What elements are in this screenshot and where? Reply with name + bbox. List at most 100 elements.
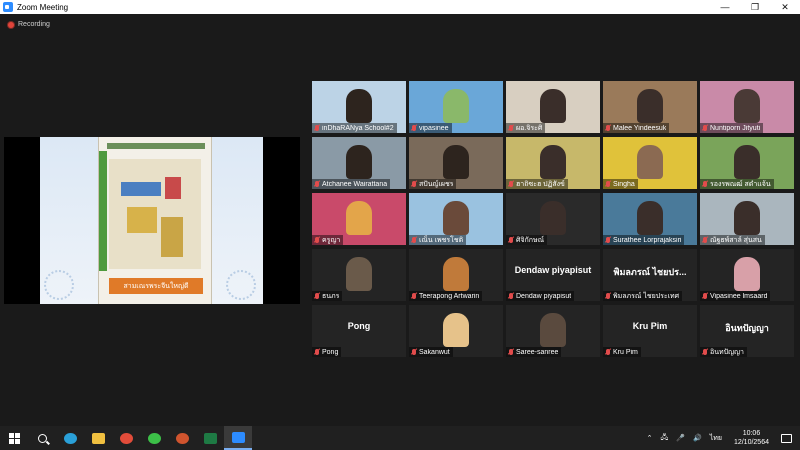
decoration-ferris-wheel — [44, 270, 74, 300]
participant-namebar: รองรพณฒ์ สดำแจ้น — [700, 179, 774, 189]
participant-avatar — [734, 89, 760, 123]
muted-mic-icon — [315, 125, 319, 131]
participant-namebar: ณัฐธพ์สาล์ สุ่นสน — [700, 235, 765, 245]
taskbar-zoom-button[interactable] — [224, 426, 252, 450]
participant-namebar: Singha — [603, 179, 638, 189]
participant-namebar: Kru Pim — [603, 347, 641, 357]
close-button[interactable]: ✕ — [770, 0, 800, 14]
volume-icon[interactable]: 🔊 — [693, 434, 702, 442]
muted-mic-icon — [412, 349, 416, 355]
taskbar-edge-button[interactable] — [56, 426, 84, 450]
recording-label: Recording — [18, 21, 50, 28]
clock[interactable]: 10:06 12/10/2564 — [734, 429, 769, 447]
school-map-poster: สามเณรพระจีนใหญ่ดี — [98, 137, 212, 304]
participant-tile[interactable]: ผอ.จิระศิ — [506, 81, 600, 133]
powerpoint-icon — [175, 432, 189, 444]
chevron-up-icon[interactable]: ⌃ — [647, 434, 653, 442]
participant-name: พิมลภรณ์ ไชยประเทศ — [613, 292, 680, 300]
decoration-cloud — [226, 270, 256, 300]
participant-namebar: Saree-sanree — [506, 347, 562, 357]
participant-tile[interactable]: พิมลภรณ์ ไชยปร... พิมลภรณ์ ไชยประเทศ — [603, 249, 697, 301]
participant-tile[interactable]: Malee Yindeesuk — [603, 81, 697, 133]
participant-name: Atchanee Wairattana — [322, 180, 388, 188]
taskbar-explorer-button[interactable] — [84, 426, 112, 450]
poster-label: สามเณรพระจีนใหญ่ดี — [109, 278, 203, 294]
muted-mic-icon — [509, 237, 513, 243]
participant-namebar: Sakanwut — [409, 347, 453, 357]
participant-name: ธนภร — [322, 292, 340, 300]
line-icon — [147, 432, 161, 444]
participant-namebar: เณ็น เพชรโชติ — [409, 235, 467, 245]
participant-display-name: พิมลภรณ์ ไชยปร... — [613, 267, 687, 277]
participant-tile[interactable]: เณ็น เพชรโชติ — [409, 193, 503, 245]
participant-name: อินทปัญญา — [710, 348, 744, 356]
participant-avatar — [443, 313, 469, 347]
participant-tile[interactable]: สปันญ์เผชร — [409, 137, 503, 189]
shared-screen[interactable]: สามเณรพระจีนใหญ่ดี — [4, 137, 300, 304]
taskbar-chrome-button[interactable] — [112, 426, 140, 450]
participant-tile[interactable]: ครูญา — [312, 193, 406, 245]
participant-tile[interactable]: Singha — [603, 137, 697, 189]
participant-name: Pong — [322, 348, 339, 356]
participant-tile[interactable]: Sakanwut — [409, 305, 503, 357]
participant-namebar: inDhaRANya School#2 — [312, 123, 397, 133]
participant-name: Dendaw piyapisut — [516, 292, 572, 300]
participant-namebar: Teerapong Artwarin — [409, 291, 483, 301]
participant-tile[interactable]: ณัฐธพ์สาล์ สุ่นสน — [700, 193, 794, 245]
taskbar-powerpoint-button[interactable] — [168, 426, 196, 450]
participant-name: ครูญา — [322, 236, 341, 244]
participant-tile[interactable]: Surathee Lorprajaksiri — [603, 193, 697, 245]
maximize-button[interactable]: ❐ — [740, 0, 770, 14]
participant-tile[interactable]: Kru Pim Kru Pim — [603, 305, 697, 357]
taskbar-line-button[interactable] — [140, 426, 168, 450]
participant-name: เณ็น เพชรโชติ — [419, 236, 464, 244]
participant-display-name: Kru Pim — [632, 321, 668, 331]
minimize-button[interactable]: — — [710, 0, 740, 14]
participant-tile[interactable]: ศิจิกักษณ์ — [506, 193, 600, 245]
participant-tile[interactable]: Vipasinee lmsaard — [700, 249, 794, 301]
participant-namebar: อินทปัญญา — [700, 347, 747, 357]
participant-avatar — [540, 201, 566, 235]
participant-tile[interactable]: อินทปัญญา อินทปัญญา — [700, 305, 794, 357]
participant-name: Malee Yindeesuk — [613, 124, 667, 132]
participant-tile[interactable]: vipasinee — [409, 81, 503, 133]
input-language[interactable]: ไทย — [710, 433, 722, 444]
participant-name: inDhaRANya School#2 — [322, 124, 394, 132]
participant-tile[interactable]: ธนภร — [312, 249, 406, 301]
participant-name: Vipasinee lmsaard — [710, 292, 768, 300]
recording-indicator[interactable]: Recording — [8, 21, 50, 28]
participant-namebar: vipasinee — [409, 123, 452, 133]
participant-namebar: Vipasinee lmsaard — [700, 291, 771, 301]
participant-tile[interactable]: Teerapong Artwarin — [409, 249, 503, 301]
clock-date: 12/10/2564 — [733, 439, 769, 446]
notification-icon[interactable] — [781, 433, 792, 443]
participant-namebar: Pong — [312, 347, 342, 357]
participant-tile[interactable]: Pong Pong — [312, 305, 406, 357]
participant-name: ศิจิกักษณ์ — [516, 236, 545, 244]
muted-mic-icon — [412, 125, 416, 131]
participant-avatar — [734, 145, 760, 179]
taskbar-excel-button[interactable] — [196, 426, 224, 450]
start-button[interactable] — [0, 426, 28, 450]
window-title: Zoom Meeting — [17, 2, 69, 12]
participant-tile[interactable]: Dendaw piyapisut Dendaw piyapisut — [506, 249, 600, 301]
mic-icon[interactable]: 🎤 — [676, 434, 685, 442]
muted-mic-icon — [606, 181, 610, 187]
participant-avatar — [637, 201, 663, 235]
participant-name: Sakanwut — [419, 348, 450, 356]
participant-name: สปันญ์เผชร — [419, 180, 454, 188]
participant-tile[interactable]: Saree-sanree — [506, 305, 600, 357]
network-icon[interactable]: 🖧 — [660, 433, 668, 444]
participant-avatar — [540, 313, 566, 347]
muted-mic-icon — [703, 125, 707, 131]
participant-tile[interactable]: inDhaRANya School#2 — [312, 81, 406, 133]
participant-name: Nuntiporn Jityuti — [710, 124, 761, 132]
muted-mic-icon — [606, 293, 610, 299]
participant-tile[interactable]: ฮาถิซะฮ ปฏิสังข์ — [506, 137, 600, 189]
participant-tile[interactable]: Atchanee Wairattana — [312, 137, 406, 189]
taskbar-search-button[interactable] — [28, 426, 56, 450]
participant-tile[interactable]: รองรพณฒ์ สดำแจ้น — [700, 137, 794, 189]
participant-tile[interactable]: Nuntiporn Jityuti — [700, 81, 794, 133]
participant-namebar: ฮาถิซะฮ ปฏิสังข์ — [506, 179, 568, 189]
participant-namebar: ผอ.จิระศิ — [506, 123, 546, 133]
